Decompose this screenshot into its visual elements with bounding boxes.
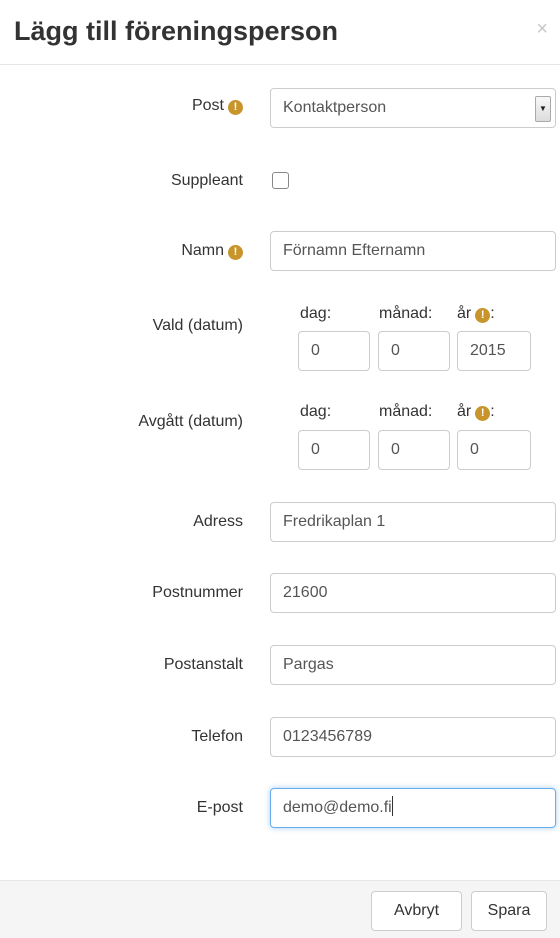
avgatt-manad-label: månad: [379,403,433,420]
telefon-label: Telefon [191,728,243,745]
avgatt-ar-input[interactable]: 0 [457,430,531,470]
namn-label-text: Namn [181,242,224,259]
post-select[interactable]: Kontaktperson ▼ [270,88,556,128]
modal-footer: Avbryt Spara [0,880,560,938]
postnummer-input[interactable]: 21600 [270,573,556,613]
epost-input[interactable]: demo@demo.fi [270,788,556,828]
avgatt-manad-input[interactable]: 0 [378,430,450,470]
suppleant-label: Suppleant [170,172,243,189]
modal-header: Lägg till föreningsperson × [0,0,560,65]
add-association-person-dialog: Lägg till föreningsperson × Post! Kontak… [0,0,560,938]
avgatt-dag-input[interactable]: 0 [298,430,370,470]
exclamation-circle-icon: ! [228,100,243,115]
avgatt-ar-label-text: år [457,403,472,420]
avgatt-ar-label: år!: [457,403,495,421]
modal-title: Lägg till föreningsperson [14,16,339,46]
vald-manad-input[interactable]: 0 [378,331,450,371]
post-select-value: Kontaktperson [283,99,387,116]
namn-label: Namn! [181,241,243,261]
namn-placeholder: Förnamn Efternamn [283,242,426,259]
telefon-input[interactable]: 0123456789 [270,717,556,757]
vald-ar-input[interactable]: 2015 [457,331,531,371]
close-icon[interactable]: × [536,18,548,40]
epost-value: demo@demo.fi [283,799,392,816]
adress-input[interactable]: Fredrikaplan 1 [270,502,556,542]
namn-input[interactable]: Förnamn Efternamn [270,231,556,271]
exclamation-circle-icon: ! [475,308,491,323]
dropdown-arrow-icon[interactable]: ▼ [535,96,551,122]
save-button[interactable]: Spara [471,891,547,931]
avgatt-label: Avgått (datum) [138,413,243,430]
exclamation-circle-icon: ! [228,245,243,260]
vald-label: Vald (datum) [152,317,243,334]
post-label: Post! [192,96,243,116]
post-label-text: Post [191,97,224,114]
text-cursor [391,796,393,816]
vald-ar-label-text: år [457,305,472,322]
postanstalt-label: Postanstalt [163,656,243,673]
cancel-button[interactable]: Avbryt [371,891,462,931]
postanstalt-input[interactable]: Pargas [270,645,556,685]
vald-dag-input[interactable]: 0 [298,331,370,371]
adress-label: Adress [193,513,243,530]
vald-dag-label: dag: [300,305,332,322]
postnummer-label: Postnummer [152,584,243,601]
exclamation-circle-icon: ! [475,406,491,421]
vald-manad-label: månad: [379,305,433,322]
suppleant-checkbox[interactable] [272,172,289,189]
vald-ar-label: år!: [457,305,495,323]
epost-label: E-post [196,799,243,816]
avgatt-dag-label: dag: [300,403,332,420]
